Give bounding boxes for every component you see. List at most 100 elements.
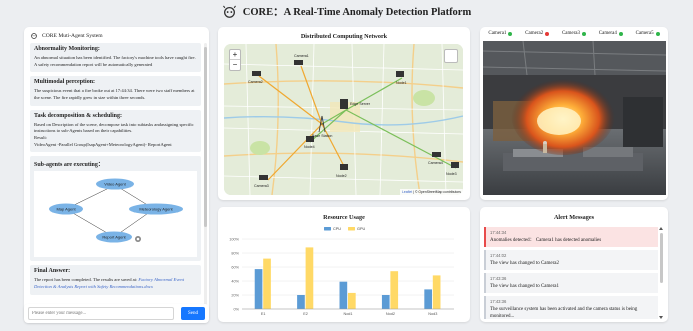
status-dot-icon bbox=[618, 31, 623, 36]
alert-list[interactable]: 17:44:34 Anomalies detected： Camera1 has … bbox=[484, 227, 658, 319]
legend-swatch bbox=[348, 227, 355, 231]
legend-swatch bbox=[324, 227, 331, 231]
x-tick-label: Nod1 bbox=[343, 312, 352, 316]
robot-icon bbox=[31, 33, 37, 39]
map-label: Base Station bbox=[312, 134, 332, 138]
scroll-up-icon[interactable] bbox=[659, 227, 663, 230]
final-answer-text: The report has been completed. The resul… bbox=[34, 277, 138, 283]
camera-panel: Camera1 Camera2 Camera3 Camera4 Camera5 bbox=[480, 27, 668, 200]
page-title: CORE：A Real-Time Anomaly Detection Platf… bbox=[242, 6, 472, 18]
layers-button[interactable] bbox=[444, 49, 458, 63]
scroll-down-icon[interactable] bbox=[659, 316, 663, 319]
resource-title: Resource Usage bbox=[323, 214, 365, 221]
status-dot-icon bbox=[655, 31, 660, 36]
message-heading: Sub-agents are executing： bbox=[34, 162, 104, 169]
message-list[interactable]: Abnormality Monitoring: An abnormal situ… bbox=[30, 43, 201, 311]
node-label: Video Agent bbox=[104, 182, 126, 187]
message-heading: Multimodal perception: bbox=[34, 79, 96, 86]
y-tick-label: 20% bbox=[231, 293, 239, 297]
camera-name: Camera1 bbox=[488, 31, 507, 36]
system-header: CORE Muti-Agent System bbox=[30, 32, 103, 39]
robot-logo-icon bbox=[222, 5, 236, 18]
map-zoom-control: + − bbox=[229, 49, 241, 71]
node-label: Meteorology Agent bbox=[139, 207, 173, 212]
zoom-out-button[interactable]: − bbox=[230, 60, 240, 70]
alert-text: The view has changed to Camera1 bbox=[490, 284, 560, 289]
agent-chat-panel: CORE Muti-Agent System Abnormality Monit… bbox=[24, 27, 209, 322]
map-label: Camera4 bbox=[428, 161, 443, 165]
node-label: Report Agent bbox=[102, 235, 126, 240]
result-text: VideoAgent -Parallel Group(IsapAgent+Met… bbox=[34, 141, 172, 147]
camera-feed bbox=[483, 41, 666, 195]
camera-name: Camera3 bbox=[561, 31, 581, 36]
alert-scrollbar[interactable] bbox=[659, 227, 663, 319]
y-tick-label: 100% bbox=[229, 237, 239, 241]
y-tick-label: 80% bbox=[231, 251, 239, 255]
bar-cpu bbox=[424, 289, 432, 309]
leaflet-link[interactable]: Leaflet bbox=[402, 190, 412, 194]
bar-cpu bbox=[381, 295, 390, 309]
message-heading: Abnormality Monitoring: bbox=[34, 46, 100, 52]
alert-panel: Alert Messages 17:44:34 Anomalies detecte… bbox=[480, 207, 668, 322]
send-button[interactable]: Send bbox=[181, 307, 205, 320]
message-body: The report has been completed. The resul… bbox=[34, 277, 197, 290]
camera-tab-1[interactable]: Camera1 bbox=[488, 31, 513, 36]
alert-time: 17:43:36 bbox=[490, 276, 507, 281]
network-panel: Distributed Computing Network Camera1 Ca… bbox=[218, 27, 470, 200]
alert-title: Alert Messages bbox=[553, 214, 595, 221]
camera-name: Camera4 bbox=[598, 31, 617, 36]
bar-gpu bbox=[390, 271, 399, 309]
bar-cpu bbox=[297, 295, 305, 309]
map-label: Node2 bbox=[336, 174, 347, 178]
bar-cpu bbox=[254, 269, 263, 309]
alert-item: 17:43:36 The view has changed to Camera1 bbox=[484, 273, 658, 293]
map-label: Node1 bbox=[396, 81, 407, 85]
camera-tab-4[interactable]: Camera4 bbox=[599, 31, 623, 36]
bar-cpu bbox=[339, 281, 348, 309]
network-map[interactable]: Camera1 Camera2 Camera3 Camera4 Node1 No… bbox=[224, 44, 463, 195]
network-title: Distributed Computing Network bbox=[300, 33, 388, 40]
agent-graph: Video Agent Map Agent Meteorology Agent … bbox=[34, 171, 197, 258]
camera-tab-2[interactable]: Camera2 bbox=[525, 31, 550, 36]
alert-item: 17:43:36 The surveillance system has been… bbox=[484, 296, 658, 319]
message-body: The suspicious event that a fire broke o… bbox=[34, 88, 195, 100]
alert-item: 17:44:02 The view has changed to Camera2 bbox=[484, 250, 658, 270]
message-abnormality: Abnormality Monitoring: An abnormal situ… bbox=[30, 43, 201, 73]
alert-time: 17:43:36 bbox=[490, 299, 507, 304]
zoom-in-button[interactable]: + bbox=[230, 50, 240, 60]
alert-text: The view has changed to Camera2 bbox=[490, 261, 560, 266]
map-attribution: Leaflet | © OpenStreetMap contributors bbox=[400, 189, 463, 195]
camera-tab-5[interactable]: Camera5 bbox=[636, 31, 660, 36]
message-body: An abnormal situation has been identifie… bbox=[34, 55, 196, 67]
message-input[interactable] bbox=[28, 307, 174, 320]
message-subagents: Sub-agents are executing： Video Agent Ma… bbox=[30, 156, 201, 262]
status-dot-icon bbox=[545, 31, 550, 36]
camera-selector: Camera1 Camera2 Camera3 Camera4 Camera5 bbox=[482, 31, 666, 36]
chat-input-bar: Send bbox=[24, 304, 209, 323]
alert-scroll-thumb[interactable] bbox=[660, 233, 663, 283]
alert-time: 17:44:34 bbox=[490, 230, 507, 235]
message-heading: Task decomposition & scheduling: bbox=[34, 112, 122, 119]
message-task-decomposition: Task decomposition & scheduling: Based o… bbox=[30, 109, 201, 153]
legend-label: CPU bbox=[333, 227, 341, 231]
layers-icon bbox=[445, 50, 463, 195]
alert-text: The surveillance system has been activat… bbox=[490, 307, 638, 319]
attribution-text: | © OpenStreetMap contributors bbox=[413, 190, 461, 194]
message-heading: Final Answer: bbox=[34, 268, 71, 275]
bar-gpu bbox=[348, 292, 356, 309]
map-label: Edge Server bbox=[350, 102, 371, 106]
message-perception: Multimodal perception: The suspicious ev… bbox=[30, 76, 201, 106]
camera-tab-3[interactable]: Camera3 bbox=[561, 31, 587, 36]
alert-text: Anomalies detected： Camera1 has detected… bbox=[490, 238, 602, 243]
status-dot-icon bbox=[508, 31, 513, 36]
x-tick-label: E1 bbox=[261, 312, 266, 316]
bar-gpu bbox=[305, 247, 314, 309]
x-tick-label: E2 bbox=[303, 312, 308, 316]
camera-name: Camera5 bbox=[635, 31, 654, 36]
running-icon bbox=[135, 236, 141, 243]
system-name: CORE Muti-Agent System bbox=[42, 32, 103, 39]
x-tick-label: Nod3 bbox=[428, 312, 437, 316]
bar-gpu bbox=[263, 258, 271, 309]
chat-scroll-thumb[interactable] bbox=[204, 47, 207, 227]
map-label: Camera3 bbox=[254, 184, 269, 188]
